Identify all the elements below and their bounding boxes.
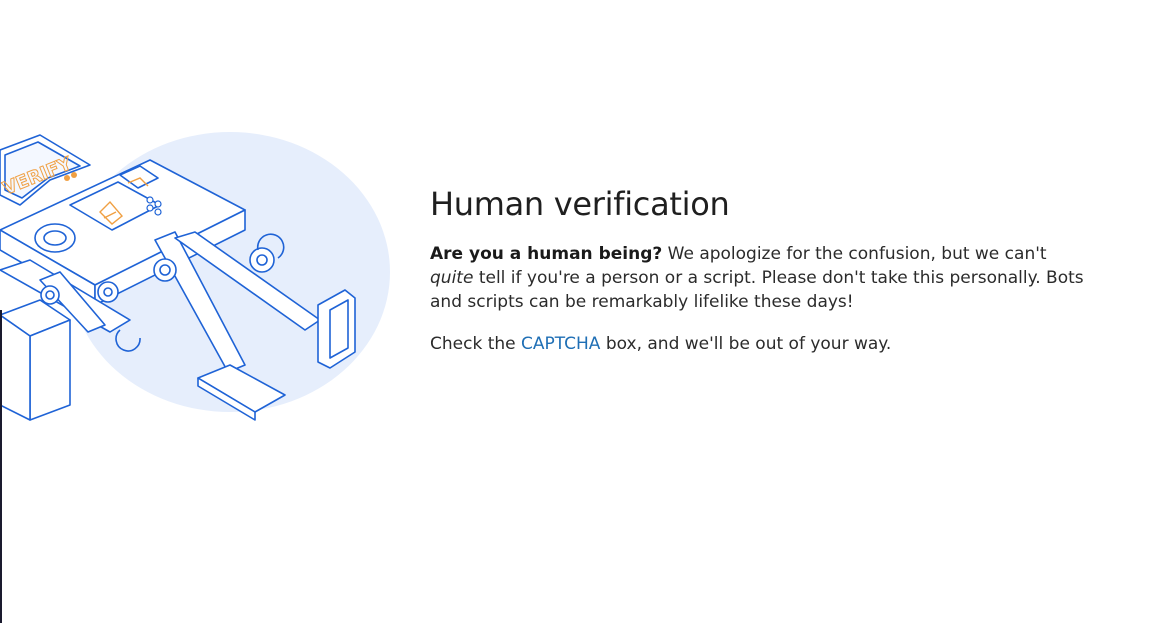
page-title: Human verification bbox=[430, 185, 730, 223]
intro-emphasis: quite bbox=[430, 268, 474, 288]
left-edge-line bbox=[0, 310, 2, 623]
captcha-link[interactable]: CAPTCHA bbox=[521, 334, 600, 354]
instruction-after-link: box, and we'll be out of your way. bbox=[600, 334, 892, 354]
instruction-before-link: Check the bbox=[430, 334, 522, 354]
intro-question: Are you a human being? bbox=[430, 244, 663, 264]
intro-text-before: We apologize for the confusion, but we c… bbox=[662, 244, 1047, 264]
verification-content: Human verification Are you a human being… bbox=[430, 182, 1090, 374]
intro-text-after: tell if you're a person or a script. Ple… bbox=[430, 268, 1084, 312]
instruction-paragraph: Check the CAPTCHA box, and we'll be out … bbox=[430, 332, 1090, 356]
intro-paragraph: Are you a human being? We apologize for … bbox=[430, 242, 1090, 314]
verification-page: VERIFY Human verification Are you a huma… bbox=[0, 0, 1172, 623]
robot-illustration: VERIFY bbox=[0, 132, 390, 421]
